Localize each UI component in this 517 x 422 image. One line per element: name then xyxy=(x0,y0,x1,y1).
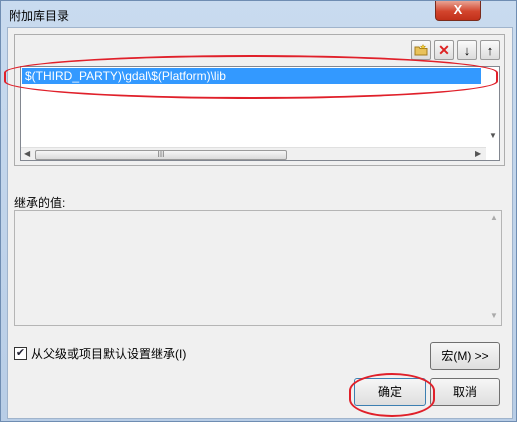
ok-button[interactable]: 确定 xyxy=(354,378,426,406)
dialog-title: 附加库目录 xyxy=(9,9,70,23)
scroll-down-arrow-icon[interactable]: ▼ xyxy=(490,311,498,320)
list-horizontal-scrollbar[interactable]: ◀ III ▶ xyxy=(21,147,486,160)
move-up-button[interactable]: ↑ xyxy=(480,40,500,60)
inherit-checkbox-label[interactable]: 从父级或项目默认设置继承(I) xyxy=(31,345,186,362)
inherit-checkbox[interactable]: ✔ xyxy=(14,347,27,360)
inherit-option-row[interactable]: ✔ 从父级或项目默认设置继承(I) xyxy=(14,345,186,362)
directory-list[interactable]: $(THIRD_PARTY)\gdal\$(Platform)\lib ▼ ◀ … xyxy=(20,66,500,161)
close-button[interactable]: X xyxy=(435,1,481,21)
delete-icon: ✕ xyxy=(438,41,450,58)
inherited-vertical-scrollbar[interactable]: ▲ ▼ xyxy=(487,211,501,325)
inherited-values-box: ▲ ▼ xyxy=(14,210,502,326)
horizontal-scroll-thumb[interactable]: III xyxy=(35,150,287,160)
scroll-right-arrow-icon[interactable]: ▶ xyxy=(475,149,481,158)
scroll-up-arrow-icon[interactable]: ▲ xyxy=(490,213,498,222)
delete-line-button[interactable]: ✕ xyxy=(434,40,454,60)
move-down-icon: ↓ xyxy=(463,42,471,58)
move-down-button[interactable]: ↓ xyxy=(457,40,477,60)
new-folder-icon xyxy=(414,44,428,56)
cancel-button[interactable]: 取消 xyxy=(430,378,500,406)
list-vertical-scrollbar[interactable]: ▼ xyxy=(486,67,499,147)
inherited-values-label: 继承的值: xyxy=(14,196,66,210)
list-item[interactable]: $(THIRD_PARTY)\gdal\$(Platform)\lib xyxy=(22,68,481,84)
scroll-left-arrow-icon[interactable]: ◀ xyxy=(24,149,30,158)
dialog-client-area: ✕ ↓ ↑ $(THIRD_PARTY)\gdal\$(Platform)\li… xyxy=(7,27,513,419)
list-toolbar: ✕ ↓ ↑ xyxy=(411,40,500,60)
title-bar[interactable]: 附加库目录 X xyxy=(1,1,516,27)
new-line-button[interactable] xyxy=(411,40,431,60)
macros-button[interactable]: 宏(M) >> xyxy=(430,342,500,370)
scroll-down-arrow-icon[interactable]: ▼ xyxy=(489,131,497,140)
dialog-window: 附加库目录 X ✕ ↓ ↑ $(THIRD_PARTY)\gdal\$(Plat… xyxy=(0,0,517,422)
move-up-icon: ↑ xyxy=(486,42,494,58)
directory-list-panel: ✕ ↓ ↑ $(THIRD_PARTY)\gdal\$(Platform)\li… xyxy=(14,34,505,166)
